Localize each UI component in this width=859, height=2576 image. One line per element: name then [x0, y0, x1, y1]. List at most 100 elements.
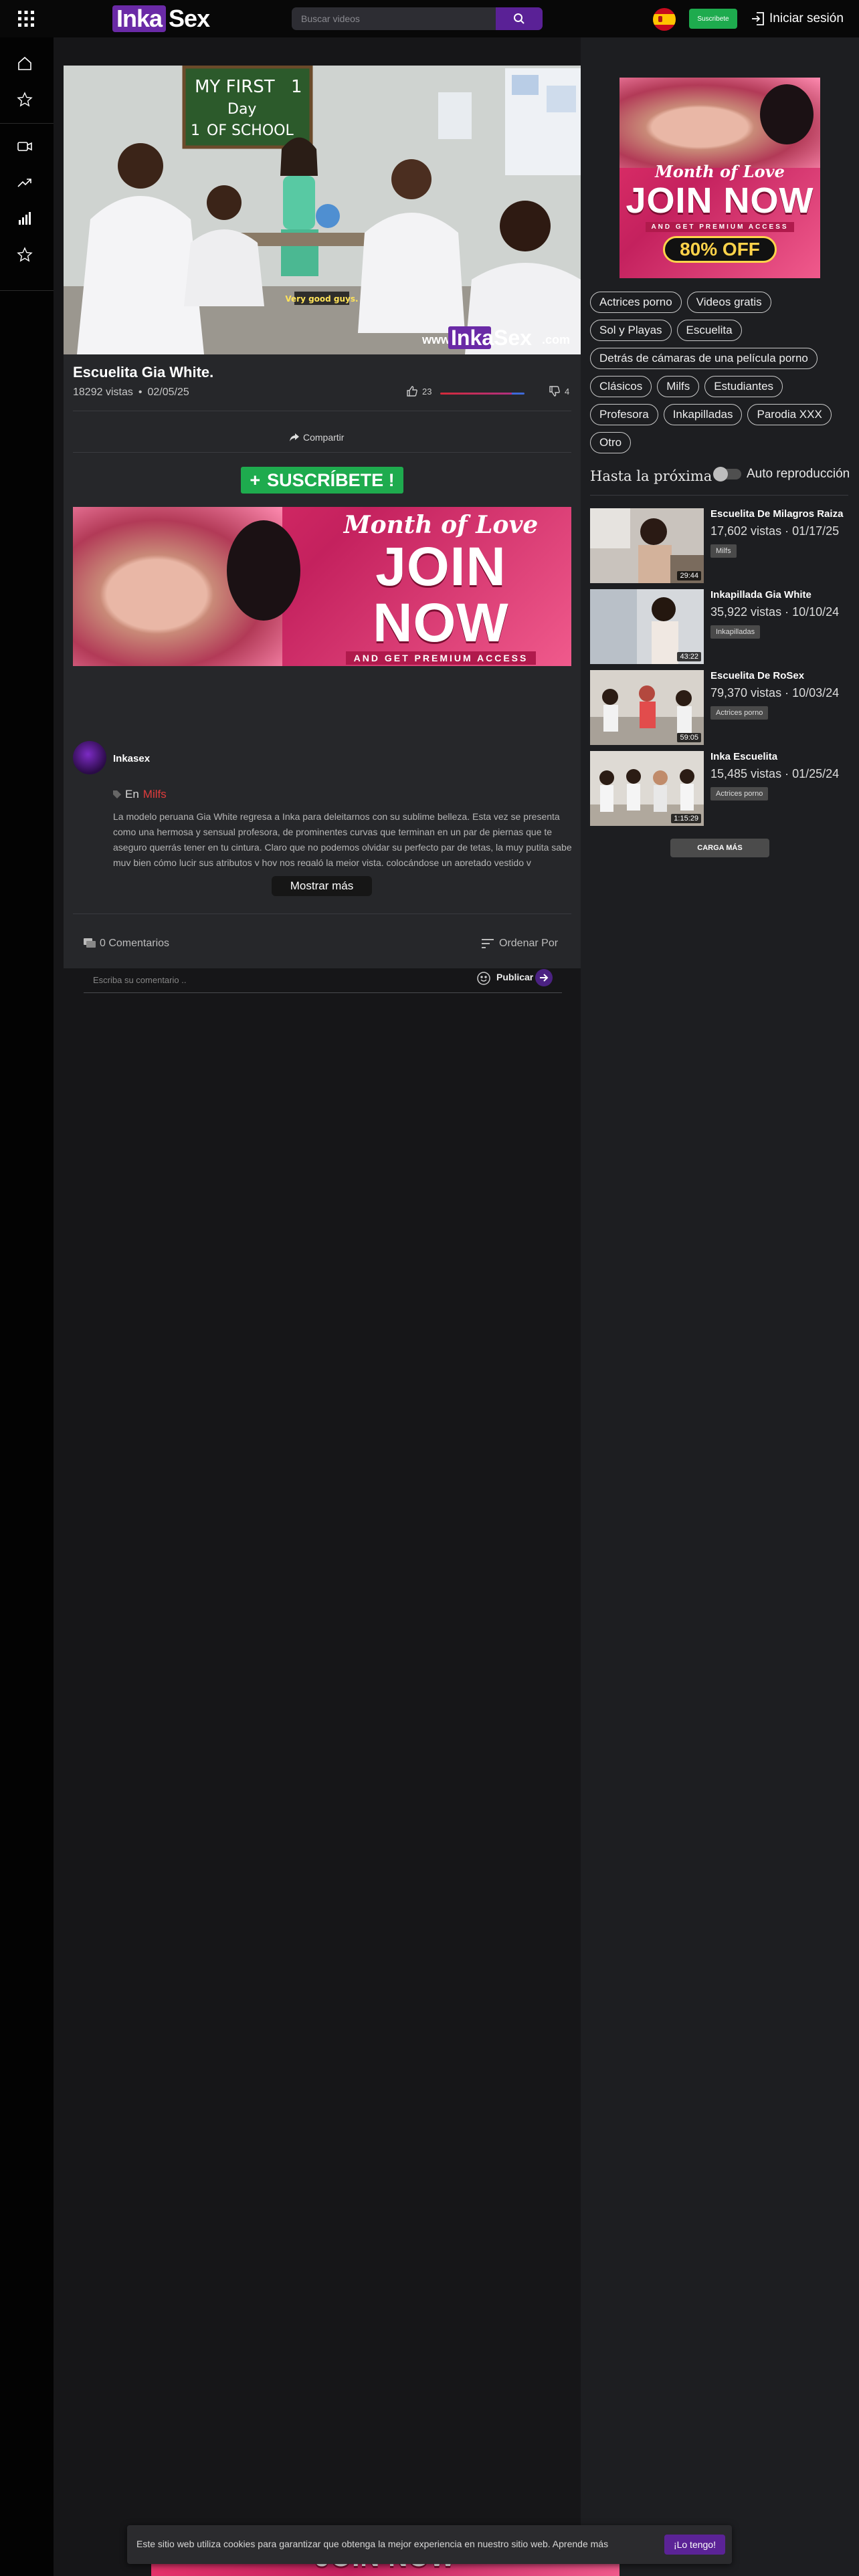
related-video[interactable]: 59:05 Escuelita De RoSex 79,370 vistas ·… — [590, 670, 851, 745]
sidebar-promo-banner[interactable]: Month of Love JOIN NOW AND GET PREMIUM A… — [619, 78, 820, 278]
comments-icon — [84, 938, 96, 948]
tag-chip[interactable]: Actrices porno — [590, 292, 682, 313]
tag-chip[interactable]: Videos gratis — [686, 292, 771, 313]
order-label: Ordenar Por — [499, 938, 559, 949]
subscribe-button[interactable]: + SUSCRÍBETE ! — [241, 467, 403, 494]
video-caption: Very good guys. — [285, 294, 358, 304]
board-text-4: 1 — [191, 122, 200, 139]
autoplay-toggle[interactable] — [713, 467, 741, 481]
related-badge[interactable]: Actrices porno — [710, 787, 769, 800]
video-duration: 29:44 — [677, 571, 701, 580]
dislike-count: 4 — [565, 386, 570, 397]
related-meta: 79,370 vistas · 10/03/24 — [710, 686, 840, 700]
trending-icon[interactable] — [15, 173, 35, 193]
video-meta: 18292 vistas • 02/05/25 — [73, 387, 189, 398]
tag-chip[interactable]: Otro — [590, 432, 632, 453]
video-description: La modelo peruana Gia White regresa a In… — [113, 811, 572, 866]
search-input[interactable] — [292, 7, 499, 30]
sidebar-banner-photo-detail — [760, 84, 814, 144]
site-logo[interactable]: Inka Sex — [112, 4, 210, 33]
banner-script: Month of Love — [343, 511, 539, 539]
plus-icon: + — [250, 469, 261, 490]
autoplay-label: Auto reproducción — [747, 467, 850, 481]
publish-button[interactable]: Publicar — [496, 972, 533, 982]
rating-bar — [440, 393, 524, 395]
related-badge[interactable]: Actrices porno — [710, 706, 769, 720]
related-video[interactable]: 1:15:29 Inka Escuelita 15,485 vistas · 0… — [590, 751, 851, 826]
sidebar-banner-script: Month of Love — [655, 162, 785, 181]
tag-chip[interactable]: Parodia XXX — [747, 404, 832, 425]
related-meta: 17,602 vistas · 01/17/25 — [710, 524, 840, 538]
related-badge[interactable]: Inkapilladas — [710, 625, 761, 639]
related-meta: 15,485 vistas · 01/25/24 — [710, 767, 840, 780]
watermark-brand-1: Inka — [451, 326, 494, 350]
spain-flag-icon[interactable] — [653, 8, 676, 31]
show-more-button[interactable]: Mostrar más — [272, 876, 372, 896]
left-sidebar — [0, 37, 54, 2576]
tag-chip[interactable]: Estudiantes — [704, 376, 783, 397]
tag-chip[interactable]: Clásicos — [590, 376, 652, 397]
related-video[interactable]: 29:44 Escuelita De Milagros Raiza 17,602… — [590, 508, 851, 583]
emoji-icon[interactable] — [476, 971, 491, 986]
tag-chip[interactable]: Sol y Playas — [590, 320, 672, 341]
sidebar-divider — [0, 290, 54, 291]
order-by-button[interactable]: Ordenar Por — [482, 938, 558, 950]
banner-photo-detail — [227, 520, 300, 621]
share-button[interactable]: Compartir — [290, 432, 344, 443]
login-label: Iniciar sesión — [769, 11, 844, 25]
like-count: 23 — [422, 386, 432, 397]
logo-part-sex: Sex — [169, 5, 210, 32]
search-bar — [292, 7, 543, 30]
promo-banner[interactable]: Month of Love JOIN NOW AND GET PREMIUM A… — [73, 507, 571, 666]
divider — [590, 495, 848, 496]
upload-date: 02/05/25 — [147, 387, 189, 398]
tag-chip[interactable]: Inkapilladas — [663, 404, 743, 425]
video-camera-icon[interactable] — [15, 136, 35, 156]
cookie-accept-button[interactable]: ¡Lo tengo! — [664, 2535, 725, 2555]
home-icon[interactable] — [15, 53, 35, 74]
sidebar-divider — [0, 123, 54, 124]
banner-sub: AND GET PREMIUM ACCESS — [345, 651, 537, 665]
login-button[interactable]: Iniciar sesión — [751, 8, 844, 29]
apps-grid-icon[interactable] — [17, 10, 35, 27]
load-more-button[interactable]: CARGA MÁS — [670, 839, 769, 857]
bar-chart-icon[interactable] — [15, 209, 35, 229]
related-title: Inka Escuelita — [710, 751, 778, 762]
video-card: MY FIRST 1 Day 1 OF SCHOOL Very good guy… — [64, 66, 581, 993]
toggle-knob — [713, 467, 728, 481]
top-rated-star-icon[interactable] — [15, 245, 35, 265]
tag-chip[interactable]: Milfs — [657, 376, 700, 397]
sidebar-banner-text: Month of Love JOIN NOW AND GET PREMIUM A… — [619, 162, 820, 263]
comment-count: 0 Comentarios — [100, 938, 170, 949]
category-link[interactable]: Milfs — [143, 788, 167, 801]
comment-underline — [84, 992, 562, 993]
related-title: Escuelita De RoSex — [710, 670, 805, 681]
send-arrow-icon[interactable] — [535, 969, 553, 986]
up-next-title: Hasta la próxima — [590, 468, 712, 484]
thumbs-down-icon — [549, 386, 560, 397]
tag-chip[interactable]: Detrás de cámaras de una película porno — [590, 348, 818, 369]
sidebar-banner-offer: 80% OFF — [663, 236, 777, 263]
related-video[interactable]: 43:22 Inkapillada Gia White 35,922 vista… — [590, 589, 851, 664]
favorites-star-icon[interactable] — [15, 90, 35, 110]
sort-icon — [482, 939, 494, 948]
related-thumbnail: 1:15:29 — [590, 751, 704, 826]
tag-chip[interactable]: Profesora — [590, 404, 658, 425]
search-button[interactable] — [496, 7, 543, 30]
sidebar-banner-sub: AND GET PREMIUM ACCESS — [646, 222, 794, 232]
category-prefix: En — [125, 788, 139, 800]
video-player[interactable]: MY FIRST 1 Day 1 OF SCHOOL Very good guy… — [64, 66, 581, 354]
video-duration: 1:15:29 — [671, 814, 701, 823]
watermark-suffix: .com — [542, 333, 570, 346]
related-meta: 35,922 vistas · 10/10/24 — [710, 605, 840, 619]
banner-headline: JOIN NOW — [373, 536, 509, 653]
dislike-button[interactable]: 4 — [549, 385, 569, 397]
channel-name[interactable]: Inkasex — [113, 753, 150, 764]
tag-chip[interactable]: Escuelita — [676, 320, 742, 341]
channel-avatar[interactable] — [73, 741, 106, 774]
comment-input[interactable] — [92, 970, 440, 990]
subscribe-header-button[interactable]: Suscribete — [689, 9, 737, 29]
related-badge[interactable]: Milfs — [710, 544, 737, 558]
board-text-1: MY FIRST — [195, 77, 275, 97]
like-button[interactable]: 23 — [406, 385, 432, 397]
